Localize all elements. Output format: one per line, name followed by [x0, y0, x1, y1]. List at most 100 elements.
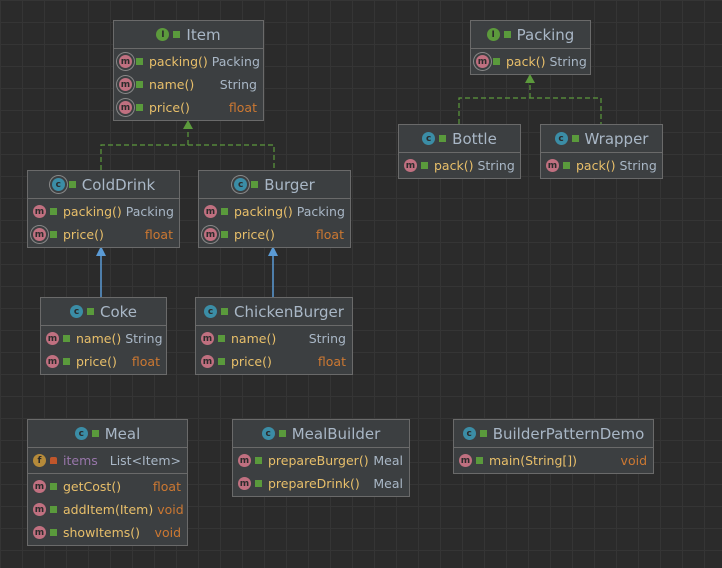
- method-name: name(): [149, 77, 195, 92]
- class-header: c Burger: [199, 171, 350, 199]
- method-row[interactable]: m packing() Packing: [114, 50, 263, 73]
- method-icon: m: [238, 454, 251, 467]
- class-header: I Item: [114, 21, 263, 49]
- public-visibility-icon: [63, 335, 70, 342]
- method-name: prepareBurger(): [268, 453, 369, 468]
- private-lock-icon: [50, 457, 57, 464]
- method-name: price(): [63, 227, 104, 242]
- class-name: Packing: [516, 25, 575, 44]
- method-name: price(): [231, 354, 272, 369]
- class-coke[interactable]: c Coke m name() String m price() float: [40, 297, 167, 375]
- public-visibility-icon: [221, 208, 228, 215]
- method-row[interactable]: m showItems() void: [28, 521, 187, 544]
- method-row[interactable]: m price() float: [196, 350, 352, 373]
- return-type: float: [152, 479, 181, 494]
- return-type: String: [219, 77, 257, 92]
- class-name: ColdDrink: [81, 175, 156, 194]
- method-row[interactable]: m pack() String: [541, 154, 662, 177]
- return-type: String: [549, 54, 587, 69]
- class-icon: c: [204, 305, 218, 318]
- abstract-class-icon: c: [234, 178, 248, 191]
- class-bottle[interactable]: c Bottle m pack() String: [398, 124, 521, 179]
- class-chickenburger[interactable]: c ChickenBurger m name() String m price() float: [195, 297, 353, 375]
- method-row[interactable]: m prepareBurger() Meal: [233, 449, 409, 472]
- method-name: pack(): [576, 158, 616, 173]
- methods-section: m main(String[]) void: [454, 448, 653, 473]
- method-row[interactable]: m main(String[]) void: [454, 449, 653, 472]
- return-type: Meal: [373, 476, 403, 491]
- return-type: float: [228, 100, 257, 115]
- method-row[interactable]: m price() float: [41, 350, 166, 373]
- method-row[interactable]: m getCost() float: [28, 475, 187, 498]
- class-burger[interactable]: c Burger m packing() Packing m price() float: [198, 170, 351, 248]
- abstract-method-icon: m: [119, 101, 132, 114]
- method-row[interactable]: m name() String: [114, 73, 263, 96]
- return-type: Packing: [211, 54, 260, 69]
- method-row[interactable]: m prepareDrink() Meal: [233, 472, 409, 495]
- abstract-method-icon: m: [119, 78, 132, 91]
- return-type: Packing: [296, 204, 345, 219]
- class-colddrink[interactable]: c ColdDrink m packing() Packing m price() float: [27, 170, 180, 248]
- method-name: name(): [76, 331, 122, 346]
- class-name: ChickenBurger: [234, 302, 344, 321]
- return-type: void: [154, 525, 181, 540]
- abstract-method-icon: m: [204, 228, 217, 241]
- methods-section: m pack() String: [471, 49, 590, 74]
- method-icon: m: [33, 503, 46, 516]
- public-visibility-icon: [50, 506, 57, 513]
- methods-section: m name() String m price() float: [196, 326, 352, 374]
- class-wrapper[interactable]: c Wrapper m pack() String: [540, 124, 663, 179]
- return-type: List<Item>: [109, 453, 181, 468]
- method-row[interactable]: m pack() String: [399, 154, 520, 177]
- public-visibility-icon: [91, 430, 99, 437]
- method-row[interactable]: m price() float: [114, 96, 263, 119]
- field-row[interactable]: f items List<Item>: [28, 449, 187, 472]
- methods-section: m name() String m price() float: [41, 326, 166, 374]
- method-icon: m: [201, 355, 214, 368]
- method-row[interactable]: m price() float: [199, 223, 350, 246]
- method-row[interactable]: m packing() Packing: [199, 200, 350, 223]
- method-name: packing(): [63, 204, 122, 219]
- class-meal[interactable]: c Meal f items List<Item> m getCost() float m add…: [27, 419, 188, 546]
- class-name: Bottle: [452, 129, 497, 148]
- public-visibility-icon: [136, 104, 143, 111]
- arrowhead-item: [183, 120, 193, 129]
- class-header: c Wrapper: [541, 125, 662, 153]
- method-row[interactable]: m price() float: [28, 223, 179, 246]
- method-row[interactable]: m name() String: [196, 327, 352, 350]
- class-packing[interactable]: I Packing m pack() String: [470, 20, 591, 75]
- method-icon: m: [404, 159, 417, 172]
- method-icon: m: [33, 526, 46, 539]
- public-visibility-icon: [136, 81, 143, 88]
- method-row[interactable]: m addItem(Item) void: [28, 498, 187, 521]
- class-icon: c: [74, 427, 88, 440]
- class-icon: c: [261, 427, 275, 440]
- public-visibility-icon: [278, 430, 286, 437]
- public-visibility-icon: [251, 181, 259, 188]
- method-name: main(String[]): [489, 453, 578, 468]
- methods-section: m prepareBurger() Meal m prepareDrink() Meal: [233, 448, 409, 496]
- class-icon: c: [462, 427, 476, 440]
- method-row[interactable]: m packing() Packing: [28, 200, 179, 223]
- methods-section: m pack() String: [541, 153, 662, 178]
- abstract-method-icon: m: [476, 55, 489, 68]
- fields-section: f items List<Item>: [28, 448, 187, 474]
- edge-bottle-implements-packing: [458, 97, 602, 124]
- return-type: void: [157, 502, 184, 517]
- method-row[interactable]: m pack() String: [471, 50, 590, 73]
- method-row[interactable]: m name() String: [41, 327, 166, 350]
- field-name: items: [63, 453, 98, 468]
- methods-section: m packing() Packing m price() float: [28, 199, 179, 247]
- class-item[interactable]: I Item m packing() Packing m name() String m pric…: [113, 20, 264, 121]
- method-name: getCost(): [63, 479, 122, 494]
- public-visibility-icon: [50, 483, 57, 490]
- method-icon: m: [459, 454, 472, 467]
- public-visibility-icon: [503, 31, 511, 38]
- return-type: String: [477, 158, 515, 173]
- class-name: MealBuilder: [291, 424, 381, 443]
- methods-section: m packing() Packing m name() String m price() fl…: [114, 49, 263, 120]
- method-name: price(): [149, 100, 190, 115]
- class-builderpatterndemo[interactable]: c BuilderPatternDemo m main(String[]) void: [453, 419, 654, 474]
- class-mealbuilder[interactable]: c MealBuilder m prepareBurger() Meal m prepare…: [232, 419, 410, 497]
- public-visibility-icon: [50, 208, 57, 215]
